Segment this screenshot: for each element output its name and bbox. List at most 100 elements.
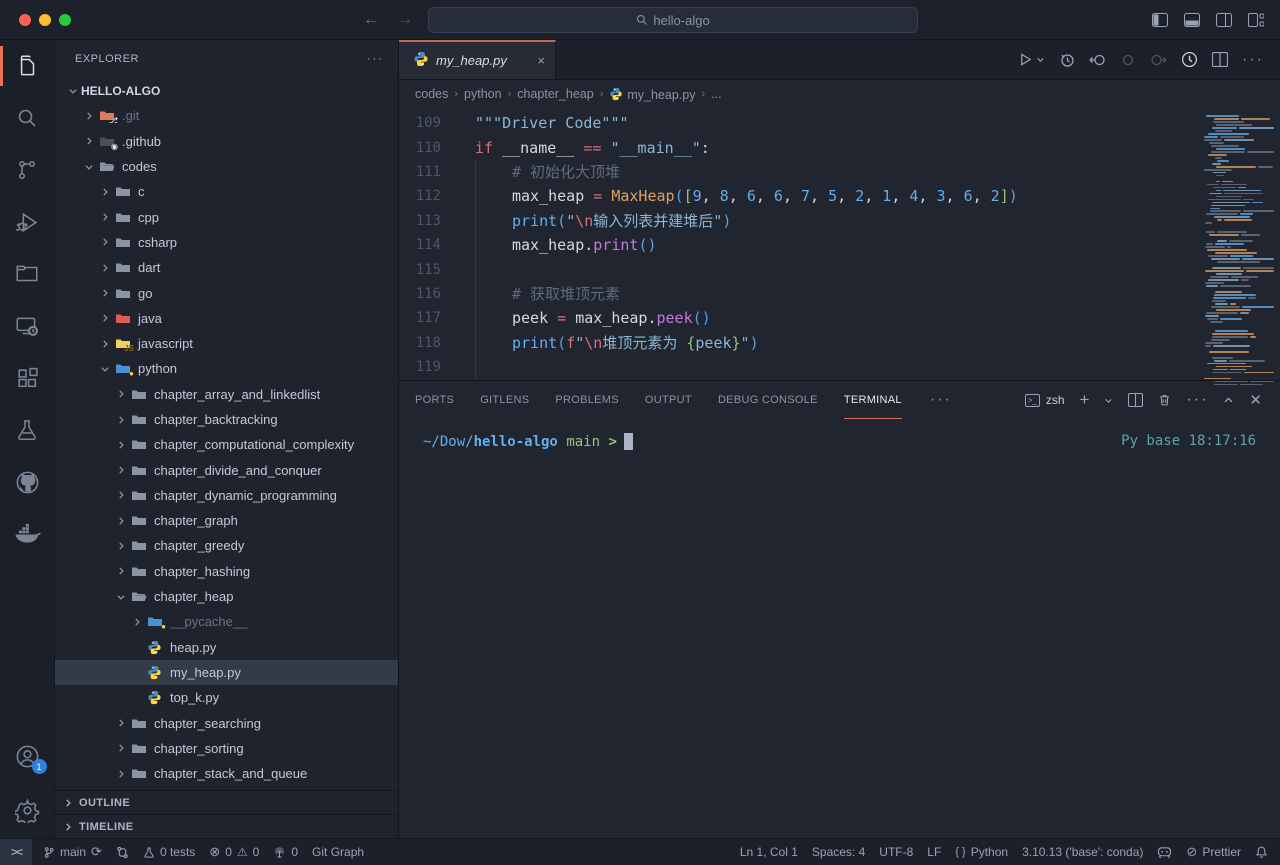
code-line-114[interactable]: 114max_heap.print() bbox=[399, 233, 1280, 257]
terminal-dropdown-icon[interactable] bbox=[1104, 396, 1113, 405]
encoding-status[interactable]: UTF-8 bbox=[872, 839, 920, 865]
editor-more-actions-icon[interactable]: ··· bbox=[1242, 51, 1264, 69]
problems-status[interactable]: ⊗ 0 ⚠ 0 bbox=[202, 839, 266, 865]
chevron-down-icon[interactable] bbox=[1036, 55, 1045, 64]
breadcrumb-item[interactable]: chapter_heap bbox=[517, 87, 593, 101]
tree-item-python[interactable]: ●python bbox=[55, 356, 398, 381]
breadcrumb-item[interactable]: ... bbox=[711, 87, 721, 101]
panel-tab-gitlens[interactable]: GITLENS bbox=[480, 381, 529, 419]
tree-item-hello-algo[interactable]: HELLO-ALGO bbox=[55, 78, 398, 103]
toggle-sidebar-icon[interactable] bbox=[1152, 13, 1168, 27]
window-controls[interactable] bbox=[19, 14, 71, 26]
activity-source-control[interactable] bbox=[0, 144, 55, 196]
command-center-search[interactable]: hello-algo bbox=[428, 7, 918, 33]
split-editor-icon[interactable] bbox=[1212, 52, 1228, 67]
maximize-window-button[interactable] bbox=[59, 14, 71, 26]
explorer-more-actions-icon[interactable]: ··· bbox=[367, 53, 384, 65]
customize-layout-icon[interactable] bbox=[1248, 13, 1264, 27]
tree-item-c[interactable]: c bbox=[55, 179, 398, 204]
tree-item-chapter-sorting[interactable]: chapter_sorting bbox=[55, 736, 398, 761]
activity-folder-view[interactable] bbox=[0, 248, 55, 300]
panel-tab-problems[interactable]: PROBLEMS bbox=[555, 381, 619, 419]
code-editor[interactable]: 109"""Driver Code"""110if __name__ == "_… bbox=[399, 108, 1280, 380]
breadcrumb-item[interactable]: my_heap.py bbox=[609, 87, 695, 102]
tree-item-chapter-hashing[interactable]: chapter_hashing bbox=[55, 559, 398, 584]
activity-github[interactable] bbox=[0, 456, 55, 508]
tree-item-chapter-backtracking[interactable]: chapter_backtracking bbox=[55, 407, 398, 432]
tree-item-chapter-computational-complexity[interactable]: chapter_computational_complexity bbox=[55, 432, 398, 457]
code-line-112[interactable]: 112max_heap = MaxHeap([9, 8, 6, 6, 7, 5,… bbox=[399, 184, 1280, 208]
activity-settings[interactable] bbox=[0, 782, 55, 838]
toggle-blame-icon[interactable] bbox=[1181, 51, 1198, 68]
language-mode[interactable]: { } Python bbox=[948, 839, 1015, 865]
tree-item-chapter-greedy[interactable]: chapter_greedy bbox=[55, 533, 398, 558]
maximize-panel-icon[interactable] bbox=[1223, 395, 1234, 406]
cursor-position[interactable]: Ln 1, Col 1 bbox=[733, 839, 805, 865]
activity-testing[interactable] bbox=[0, 404, 55, 456]
python-interpreter[interactable]: 3.10.13 ('base': conda) bbox=[1015, 839, 1150, 865]
panel-tabs-overflow-icon[interactable]: ··· bbox=[930, 391, 952, 409]
tree-item-csharp[interactable]: csharp bbox=[55, 230, 398, 255]
tree-item-codes[interactable]: codes bbox=[55, 154, 398, 179]
tree-item-go[interactable]: go bbox=[55, 280, 398, 305]
tree-item-chapter-graph[interactable]: chapter_graph bbox=[55, 508, 398, 533]
minimap[interactable] bbox=[1202, 112, 1274, 387]
git-graph-button[interactable]: Git Graph bbox=[305, 839, 371, 865]
breadcrumb-item[interactable]: codes bbox=[415, 87, 448, 101]
tree-item--github[interactable]: ◉.github bbox=[55, 129, 398, 154]
activity-accounts[interactable]: 1 bbox=[0, 730, 55, 782]
tree-item-chapter-heap[interactable]: chapter_heap bbox=[55, 584, 398, 609]
split-terminal-icon[interactable] bbox=[1128, 393, 1143, 407]
minimize-window-button[interactable] bbox=[39, 14, 51, 26]
kill-terminal-icon[interactable] bbox=[1158, 393, 1171, 407]
activity-extensions[interactable] bbox=[0, 352, 55, 404]
close-window-button[interactable] bbox=[19, 14, 31, 26]
code-line-111[interactable]: 111# 初始化大顶堆 bbox=[399, 160, 1280, 184]
timeline-section[interactable]: TIMELINE bbox=[55, 814, 398, 838]
close-tab-icon[interactable]: × bbox=[537, 53, 545, 68]
git-branch-status[interactable]: main ⟳ bbox=[36, 839, 109, 865]
test-status[interactable]: 0 tests bbox=[136, 839, 202, 865]
activity-docker[interactable] bbox=[0, 508, 55, 560]
tree-item-dart[interactable]: dart bbox=[55, 255, 398, 280]
code-line-110[interactable]: 110if __name__ == "__main__": bbox=[399, 135, 1280, 159]
panel-more-actions-icon[interactable]: ··· bbox=[1186, 391, 1208, 409]
breadcrumb-item[interactable]: python bbox=[464, 87, 502, 101]
activity-explorer[interactable] bbox=[0, 40, 55, 92]
panel-tab-terminal[interactable]: TERMINAL bbox=[844, 381, 902, 419]
tree-item-my-heap-py[interactable]: my_heap.py bbox=[55, 660, 398, 685]
tree-item-javascript[interactable]: JSjavascript bbox=[55, 331, 398, 356]
previous-change-icon[interactable] bbox=[1120, 52, 1136, 68]
ports-status[interactable]: 0 bbox=[266, 839, 305, 865]
toggle-panel-icon[interactable] bbox=[1184, 13, 1200, 27]
activity-run-debug[interactable] bbox=[0, 196, 55, 248]
code-line-118[interactable]: 118print(f"\n堆顶元素为 {peek}") bbox=[399, 331, 1280, 355]
tree-item-chapter-stack-and-queue[interactable]: chapter_stack_and_queue bbox=[55, 761, 398, 786]
tree-item--pycache-[interactable]: ●__pycache__ bbox=[55, 609, 398, 634]
open-changes-icon[interactable] bbox=[1089, 52, 1106, 68]
activity-remote-explorer[interactable] bbox=[0, 300, 55, 352]
tree-item-cpp[interactable]: cpp bbox=[55, 204, 398, 229]
tree-item--git[interactable]: ⎇.git bbox=[55, 103, 398, 128]
terminal[interactable]: ~/Dow/hello-algo main > Py base 18:17:16 bbox=[399, 419, 1280, 838]
copilot-status[interactable] bbox=[1150, 839, 1179, 865]
panel-tab-ports[interactable]: PORTS bbox=[415, 381, 454, 419]
tab-my-heap-py[interactable]: my_heap.py × bbox=[399, 40, 556, 79]
tree-item-top-k-py[interactable]: top_k.py bbox=[55, 685, 398, 710]
remote-indicator[interactable]: >< bbox=[0, 839, 32, 865]
tree-item-chapter-dynamic-programming[interactable]: chapter_dynamic_programming bbox=[55, 483, 398, 508]
toggle-secondary-sidebar-icon[interactable] bbox=[1216, 13, 1232, 27]
code-line-119[interactable]: 119 bbox=[399, 355, 1280, 379]
new-terminal-icon[interactable]: + bbox=[1080, 390, 1090, 410]
code-line-113[interactable]: 113print("\n输入列表并建堆后") bbox=[399, 209, 1280, 233]
code-line-117[interactable]: 117peek = max_heap.peek() bbox=[399, 306, 1280, 330]
navigate-forward-icon[interactable]: → bbox=[397, 11, 413, 29]
prettier-status[interactable]: ⊘ Prettier bbox=[1179, 839, 1248, 865]
panel-tab-output[interactable]: OUTPUT bbox=[645, 381, 692, 419]
close-panel-icon[interactable]: ✕ bbox=[1249, 391, 1262, 409]
code-line-109[interactable]: 109"""Driver Code""" bbox=[399, 111, 1280, 135]
tree-item-heap-py[interactable]: heap.py bbox=[55, 635, 398, 660]
activity-search[interactable] bbox=[0, 92, 55, 144]
code-line-115[interactable]: 115 bbox=[399, 257, 1280, 281]
code-line-116[interactable]: 116# 获取堆顶元素 bbox=[399, 282, 1280, 306]
